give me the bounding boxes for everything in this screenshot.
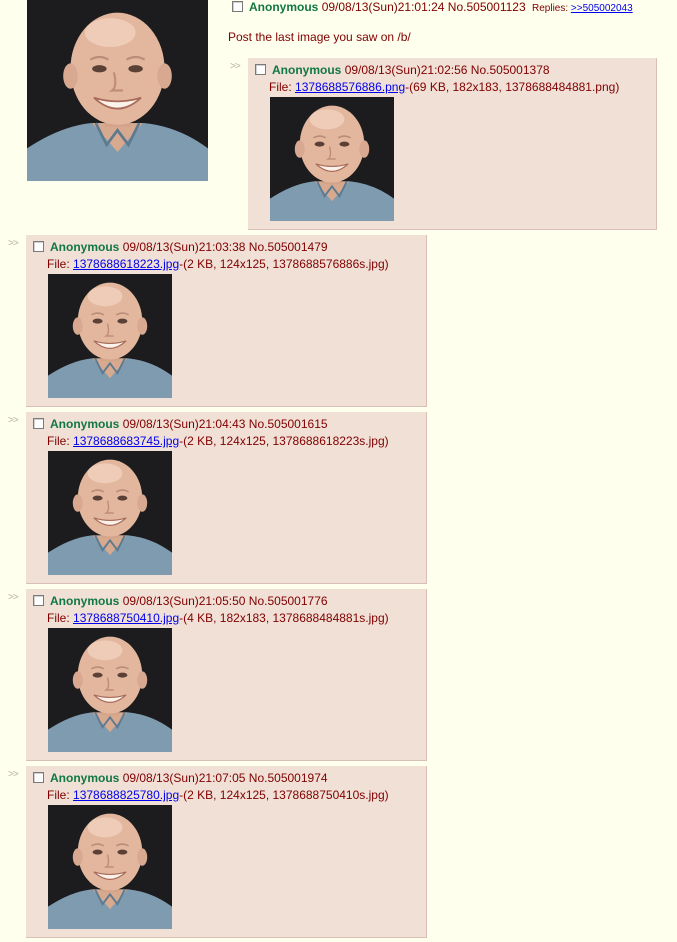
post-thumbnail[interactable] (48, 628, 172, 752)
post-number[interactable]: No.505001776 (249, 594, 328, 608)
delete-checkbox[interactable] (255, 64, 266, 75)
delete-checkbox[interactable] (33, 772, 44, 783)
reply-header: Anonymous 09/08/13(Sun)21:02:56 No.50500… (255, 63, 550, 78)
op-comment: Post the last image you saw on /b/ (228, 30, 411, 44)
reply-post: Anonymous 09/08/13(Sun)21:07:05 No.50500… (26, 766, 427, 938)
post-number[interactable]: No.505001378 (471, 63, 550, 77)
file-details: -(2 KB, 124x125, 1378688618223s.jpg) (179, 434, 389, 448)
poster-name: Anonymous (272, 63, 342, 77)
file-label: File: (47, 434, 70, 448)
post-thumbnail[interactable] (48, 805, 172, 929)
file-link[interactable]: 1378688825780.jpg (73, 788, 179, 802)
file-link[interactable]: 1378688750410.jpg (73, 611, 179, 625)
reply-header: Anonymous 09/08/13(Sun)21:07:05 No.50500… (33, 771, 328, 786)
poster-name: Anonymous (50, 240, 120, 254)
replies-list: Replies: >>505002043 (532, 3, 633, 14)
op-delete-checkbox[interactable] (232, 1, 243, 12)
replies-label: Replies: (532, 3, 569, 14)
reply-arrows: >> (8, 238, 19, 249)
file-info: File: 1378688683745.jpg-(2 KB, 124x125, … (47, 434, 389, 449)
post-datetime: 09/08/13(Sun)21:04:43 (122, 417, 246, 431)
file-info: File: 1378688750410.jpg-(4 KB, 182x183, … (47, 611, 389, 626)
post-datetime: 09/08/13(Sun)21:03:38 (122, 240, 246, 254)
post-datetime: 09/08/13(Sun)21:05:50 (122, 594, 246, 608)
op-image[interactable] (27, 0, 208, 181)
poster-name: Anonymous (50, 594, 120, 608)
file-label: File: (47, 611, 70, 625)
file-label: File: (47, 257, 70, 271)
reply-arrows: >> (8, 592, 19, 603)
file-info: File: 1378688618223.jpg-(2 KB, 124x125, … (47, 257, 389, 272)
poster-name: Anonymous (249, 0, 319, 14)
reply-header: Anonymous 09/08/13(Sun)21:03:38 No.50500… (33, 240, 328, 255)
file-info: File: 1378688576886.png-(69 KB, 182x183,… (269, 80, 619, 95)
post-thumbnail[interactable] (270, 97, 394, 221)
bald-man-photo-icon (27, 0, 208, 181)
post-datetime: 09/08/13(Sun)21:02:56 (344, 63, 468, 77)
file-details: -(2 KB, 124x125, 1378688750410s.jpg) (179, 788, 389, 802)
reply-post: Anonymous 09/08/13(Sun)21:04:43 No.50500… (26, 412, 427, 584)
reply-arrows: >> (8, 769, 19, 780)
post-thumbnail[interactable] (48, 274, 172, 398)
file-details: -(69 KB, 182x183, 1378688484881.png) (405, 80, 620, 94)
file-details: -(2 KB, 124x125, 1378688576886s.jpg) (179, 257, 389, 271)
reply-post: Anonymous 09/08/13(Sun)21:02:56 No.50500… (248, 58, 657, 230)
op-header: Anonymous 09/08/13(Sun)21:01:24 No.50500… (232, 0, 633, 16)
reply-arrows: >> (230, 61, 241, 72)
bald-man-photo-icon (48, 805, 172, 929)
post-number[interactable]: No.505001974 (249, 771, 328, 785)
bald-man-photo-icon (48, 628, 172, 752)
delete-checkbox[interactable] (33, 418, 44, 429)
bald-man-photo-icon (270, 97, 394, 221)
post-thumbnail[interactable] (48, 451, 172, 575)
reply-post: Anonymous 09/08/13(Sun)21:03:38 No.50500… (26, 235, 427, 407)
reply-header: Anonymous 09/08/13(Sun)21:04:43 No.50500… (33, 417, 328, 432)
poster-name: Anonymous (50, 771, 120, 785)
post-datetime: 09/08/13(Sun)21:07:05 (122, 771, 246, 785)
file-label: File: (269, 80, 292, 94)
post-number[interactable]: No.505001479 (249, 240, 328, 254)
reply-post: Anonymous 09/08/13(Sun)21:05:50 No.50500… (26, 589, 427, 761)
post-number[interactable]: No.505001123 (448, 0, 526, 14)
file-link[interactable]: 1378688618223.jpg (73, 257, 179, 271)
file-details: -(4 KB, 182x183, 1378688484881s.jpg) (179, 611, 389, 625)
reply-arrows: >> (8, 415, 19, 426)
reply-link[interactable]: >>505002043 (571, 3, 633, 14)
reply-header: Anonymous 09/08/13(Sun)21:05:50 No.50500… (33, 594, 328, 609)
file-link[interactable]: 1378688683745.jpg (73, 434, 179, 448)
file-link[interactable]: 1378688576886.png (295, 80, 405, 94)
poster-name: Anonymous (50, 417, 120, 431)
file-label: File: (47, 788, 70, 802)
post-number[interactable]: No.505001615 (249, 417, 328, 431)
delete-checkbox[interactable] (33, 241, 44, 252)
bald-man-photo-icon (48, 274, 172, 398)
post-datetime: 09/08/13(Sun)21:01:24 (321, 0, 445, 14)
delete-checkbox[interactable] (33, 595, 44, 606)
file-info: File: 1378688825780.jpg-(2 KB, 124x125, … (47, 788, 389, 803)
bald-man-photo-icon (48, 451, 172, 575)
